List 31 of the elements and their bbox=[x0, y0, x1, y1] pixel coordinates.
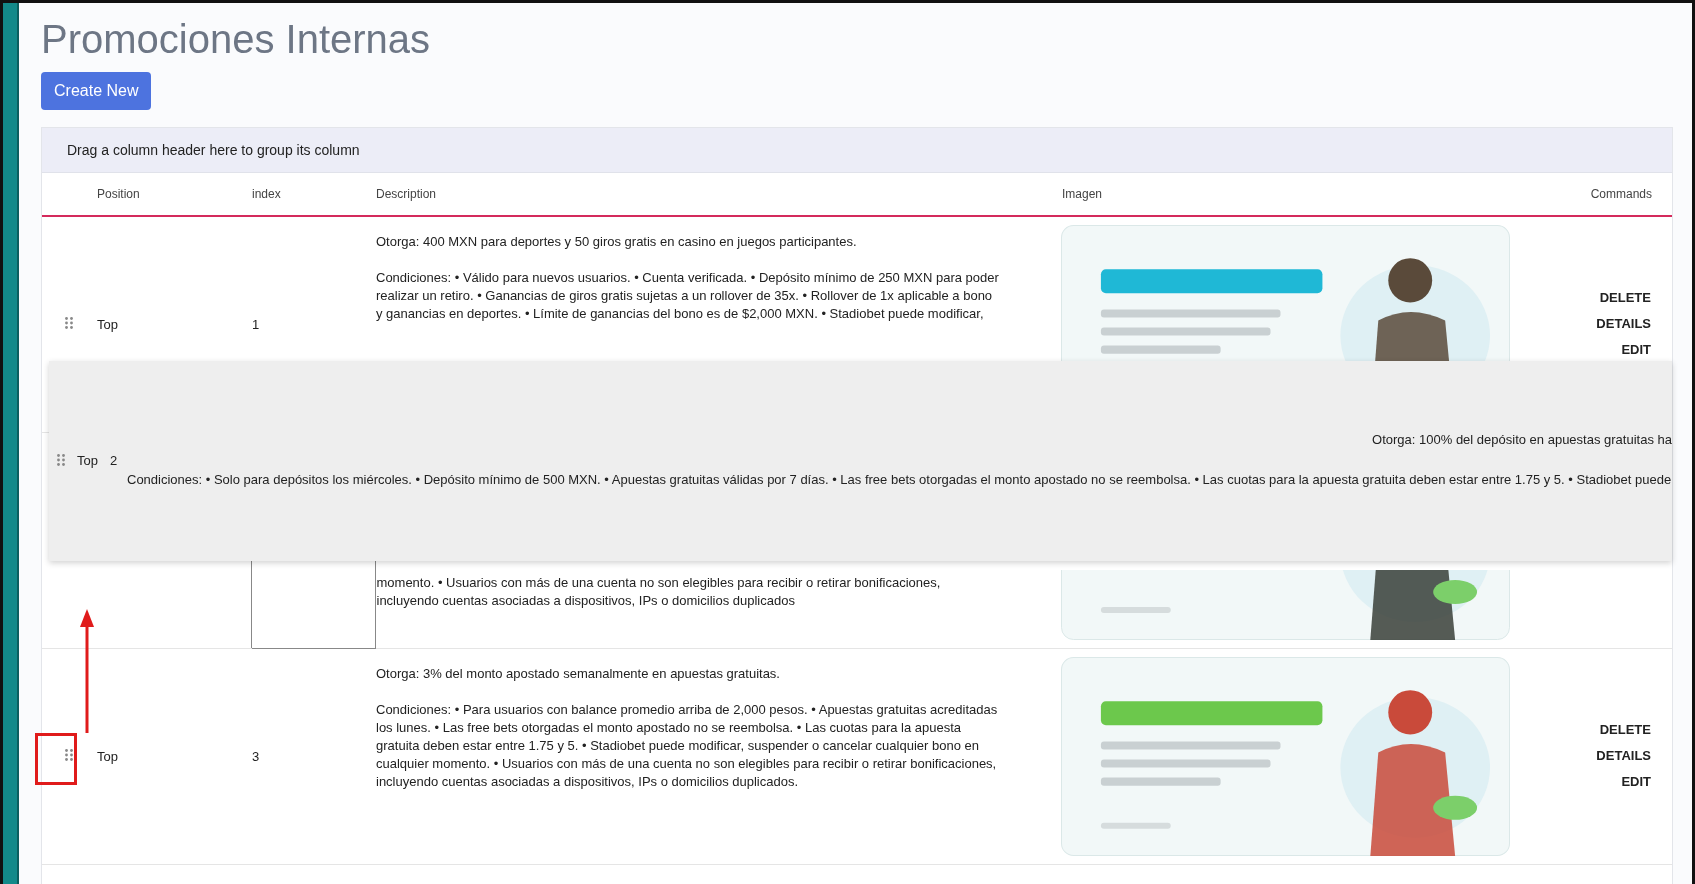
position-cell: Top bbox=[77, 452, 98, 468]
edit-link[interactable]: EDIT bbox=[1621, 341, 1651, 360]
create-new-button[interactable]: Create New bbox=[41, 72, 152, 110]
highlight-box bbox=[35, 733, 77, 785]
index-cell: 1 bbox=[252, 316, 260, 332]
details-link[interactable]: DETAILS bbox=[1596, 315, 1651, 334]
page-title: Promociones Internas bbox=[41, 16, 432, 63]
index-cell: 3 bbox=[252, 748, 260, 764]
drag-handle-icon[interactable] bbox=[57, 454, 65, 466]
edit-link[interactable]: EDIT bbox=[1621, 773, 1651, 791]
description-text: Otorga: 3% del monto apostado semanalmente en apuestas gratuitas. bbox=[376, 664, 781, 683]
description-text: momento. • Usuarios con más de una cuenta no son elegibles para recibir o retirar bonificaciones, incluyendo cuentas asociadas a dispositivos, IPs o domicilios duplicados bbox=[376, 573, 942, 610]
group-panel-hint: Drag a column header here to group its column bbox=[67, 142, 360, 158]
position-cell: Top bbox=[97, 748, 118, 764]
description-text: Otorga: 100% del depósito en apuestas gratuitas ha bbox=[1371, 431, 1672, 449]
drag-handle-icon[interactable] bbox=[65, 748, 73, 761]
drag-handle-icon[interactable] bbox=[65, 316, 73, 329]
description-text: Condiciones: • Válido para nuevos usuarios. • Cuenta verificada. • Depósito mínimo de 250 MXN para poder realizar un retiro. • Ganancias de giros gratis sujetas a un rollover de 35x. • Rollover de 1x aplicable a bono y ganancias en deportes. • Límite de ganancias del bono es de $2,000 MXN. • Stadiobet puede modificar, bbox=[376, 269, 1000, 323]
delete-link[interactable]: DELETE bbox=[1599, 721, 1651, 739]
position-cell: Top bbox=[97, 316, 118, 332]
description-text: Condiciones: • Para usuarios con balance promedio arriba de 2,000 pesos. • Apuestas gratuitas acreditadas los lunes. • Las free bets otorgadas el monto apostado no se reembolsa. • Las cuotas para la apuesta gratuita deben estar entre 1.75 y 5. • Stadiobet puede modificar, suspender o cancelar cualquier bono en cualquier momento. • Usuarios con más de una cuenta no son elegibles para recibir o retirar bonificaciones, incluyendo cuentas asociadas a dispositivos, IPs o domicilios duplicados. bbox=[376, 700, 999, 791]
index-cell: 2 bbox=[109, 452, 118, 468]
column-header[interactable]: Imagen bbox=[1062, 187, 1103, 201]
description-text: Otorga: 400 MXN para deportes y 50 giros gratis en casino en juegos participantes. bbox=[376, 233, 858, 251]
delete-link[interactable]: DELETE bbox=[1599, 289, 1651, 308]
column-header[interactable]: Description bbox=[376, 187, 437, 201]
column-header[interactable]: index bbox=[252, 187, 281, 201]
details-link[interactable]: DETAILS bbox=[1596, 747, 1651, 765]
description-text: Condiciones: • Solo para depósitos los miércoles. • Depósito mínimo de 500 MXN. • Apuestas gratuitas válidas por 7 días. • Las free bets otorgadas el monto apostado no se reembolsa. • Las cuotas para la apuesta gratuita deben estar entre 1.75 y 5. • Stadiobet puede bbox=[126, 471, 1672, 489]
column-header[interactable]: Commands bbox=[1590, 187, 1652, 201]
column-header[interactable]: Position bbox=[97, 187, 140, 201]
